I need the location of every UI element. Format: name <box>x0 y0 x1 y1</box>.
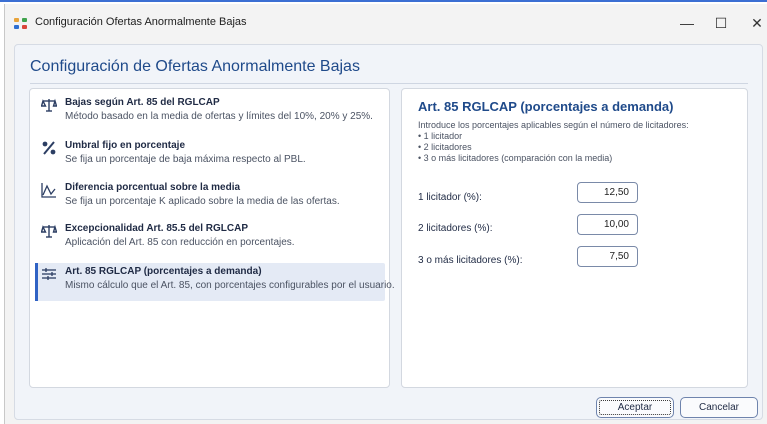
bullet-item: 1 licitador <box>418 131 612 142</box>
trend-chart-icon <box>41 182 57 198</box>
method-option-mean-difference[interactable]: Diferencia porcentual sobre la media Se … <box>35 179 385 217</box>
cancel-button[interactable]: Cancelar <box>680 397 758 418</box>
screen-top-edge <box>0 0 767 2</box>
minimize-button[interactable]: — <box>672 10 702 36</box>
method-list: Bajas según Art. 85 del RGLCAP Método ba… <box>29 88 395 388</box>
three-plus-bidders-percent-input[interactable] <box>577 246 638 267</box>
dialog-window: Configuración Ofertas Anormalmente Bajas… <box>4 4 767 424</box>
scales-icon <box>40 223 58 239</box>
bullet-item: 3 o más licitadores (comparación con la … <box>418 153 613 164</box>
method-option-art85[interactable]: Bajas según Art. 85 del RGLCAP Método ba… <box>35 94 385 132</box>
method-option-description: Se fija un porcentaje de baja máxima res… <box>65 154 306 165</box>
bidder-count-list: 1 licitador 2 licitadores 3 o más licita… <box>418 131 613 164</box>
dialog-content: Configuración de Ofertas Anormalmente Ba… <box>14 44 763 420</box>
bullet-item: 2 licitadores <box>418 142 612 153</box>
dialog-title: Configuración de Ofertas Anormalmente Ba… <box>30 58 360 75</box>
close-button[interactable]: ✕ <box>742 10 767 36</box>
app-icon <box>14 18 28 30</box>
method-option-name: Umbral fijo en porcentaje <box>65 140 186 151</box>
method-option-name: Art. 85 RGLCAP (porcentajes a demanda) <box>65 266 262 277</box>
selection-indicator <box>35 263 38 301</box>
one-bidder-label: 1 licitador (%): <box>418 192 482 203</box>
maximize-button[interactable]: ☐ <box>706 10 736 36</box>
method-option-description: Método basado en la media de ofertas y l… <box>65 111 373 122</box>
percent-icon <box>41 140 57 156</box>
method-option-art85-5[interactable]: Excepcionalidad Art. 85.5 del RGLCAP Apl… <box>35 220 385 258</box>
method-option-name: Diferencia porcentual sobre la media <box>65 182 241 193</box>
method-option-name: Bajas según Art. 85 del RGLCAP <box>65 97 220 108</box>
method-option-art85-on-demand[interactable]: Art. 85 RGLCAP (porcentajes a demanda) M… <box>35 263 395 301</box>
sliders-icon <box>41 266 57 282</box>
accept-button[interactable]: Aceptar <box>596 397 674 418</box>
method-option-name: Excepcionalidad Art. 85.5 del RGLCAP <box>65 223 249 234</box>
detail-intro: Introduce los porcentajes aplicables seg… <box>418 120 689 130</box>
scales-icon <box>40 97 58 113</box>
one-bidder-percent-input[interactable] <box>577 182 638 203</box>
method-option-fixed-threshold[interactable]: Umbral fijo en porcentaje Se fija un por… <box>35 137 385 175</box>
detail-panel: Art. 85 RGLCAP (porcentajes a demanda) I… <box>401 88 748 388</box>
two-bidders-label: 2 licitadores (%): <box>418 223 493 234</box>
method-option-description: Se fija un porcentaje K aplicado sobre l… <box>65 196 340 207</box>
title-bar[interactable]: Configuración Ofertas Anormalmente Bajas… <box>5 4 767 40</box>
title-divider <box>30 83 748 84</box>
two-bidders-percent-input[interactable] <box>577 214 638 235</box>
method-option-description: Mismo cálculo que el Art. 85, con porcen… <box>65 280 395 291</box>
method-option-description: Aplicación del Art. 85 con reducción en … <box>65 237 295 248</box>
three-plus-bidders-label: 3 o más licitadores (%): <box>418 255 523 266</box>
window-title: Configuración Ofertas Anormalmente Bajas <box>35 16 247 28</box>
detail-title: Art. 85 RGLCAP (porcentajes a demanda) <box>418 99 674 114</box>
